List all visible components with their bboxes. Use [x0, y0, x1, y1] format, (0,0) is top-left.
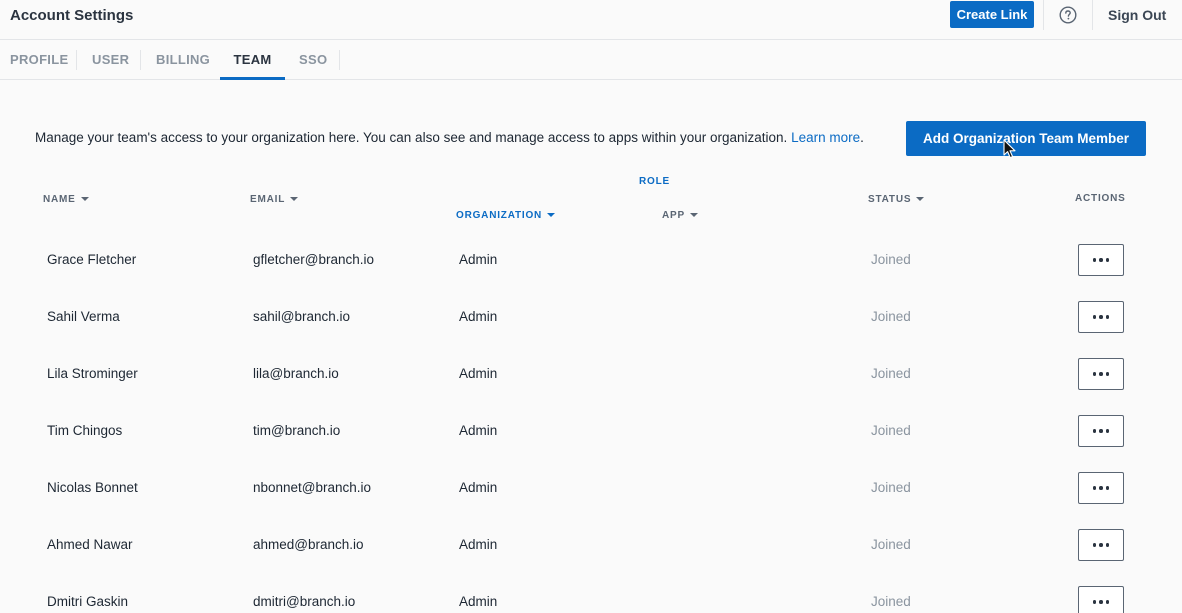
- row-actions-button[interactable]: [1078, 415, 1124, 447]
- row-actions-button[interactable]: [1078, 529, 1124, 561]
- table-row: Nicolas Bonnet nbonnet@branch.io Admin J…: [0, 472, 1182, 529]
- add-team-member-button[interactable]: Add Organization Team Member: [906, 121, 1146, 156]
- member-name: Tim Chingos: [47, 423, 123, 438]
- table-row: Ahmed Nawar ahmed@branch.io Admin Joined: [0, 529, 1182, 586]
- ellipsis-icon: [1092, 429, 1110, 433]
- tab-sso[interactable]: SSO: [299, 41, 327, 80]
- member-name: Sahil Verma: [47, 309, 120, 324]
- member-name: Lila Strominger: [47, 366, 138, 381]
- create-link-button[interactable]: Create Link: [950, 1, 1034, 28]
- caret-down-icon: [689, 213, 698, 217]
- column-header-status[interactable]: STATUS: [868, 194, 925, 205]
- member-name: Dmitri Gaskin: [47, 594, 129, 609]
- intro-description: Manage your team's access to your organi…: [35, 130, 788, 145]
- ellipsis-icon: [1092, 315, 1110, 319]
- table-row: Grace Fletcher gfletcher@branch.io Admin…: [0, 244, 1182, 301]
- divider: [1092, 0, 1093, 30]
- tab-user[interactable]: USER: [92, 41, 129, 80]
- learn-more-link[interactable]: Learn more: [791, 130, 860, 145]
- column-header-status-label: STATUS: [868, 194, 912, 205]
- tab-billing[interactable]: BILLING: [156, 41, 210, 80]
- divider: [1043, 0, 1044, 30]
- column-header-app[interactable]: APP: [662, 210, 698, 221]
- member-org-role: Admin: [459, 594, 498, 609]
- row-actions-button[interactable]: [1078, 244, 1124, 276]
- tab-team[interactable]: TEAM: [220, 41, 285, 80]
- member-org-role: Admin: [459, 366, 498, 381]
- member-org-role: Admin: [459, 309, 498, 324]
- column-header-name-label: NAME: [43, 194, 76, 205]
- divider: [140, 50, 141, 70]
- row-actions-button[interactable]: [1078, 358, 1124, 390]
- column-header-actions: ACTIONS: [1075, 193, 1126, 204]
- table-row: Lila Strominger lila@branch.io Admin Joi…: [0, 358, 1182, 415]
- member-email: ahmed@branch.io: [253, 537, 364, 552]
- member-name: Nicolas Bonnet: [47, 480, 138, 495]
- ellipsis-icon: [1092, 543, 1110, 547]
- table-row: Tim Chingos tim@branch.io Admin Joined: [0, 415, 1182, 472]
- member-name: Ahmed Nawar: [47, 537, 133, 552]
- member-status: Joined: [871, 594, 911, 609]
- column-group-role: ROLE: [639, 176, 670, 187]
- caret-down-icon: [80, 197, 89, 201]
- caret-down-icon: [916, 197, 925, 201]
- column-header-name[interactable]: NAME: [43, 194, 89, 205]
- mouse-cursor-icon: [1003, 139, 1016, 159]
- column-header-organization-label: ORGANIZATION: [456, 210, 543, 221]
- ellipsis-icon: [1092, 372, 1110, 376]
- table-row: Dmitri Gaskin dmitri@branch.io Admin Joi…: [0, 586, 1182, 613]
- table-row: Sahil Verma sahil@branch.io Admin Joined: [0, 301, 1182, 358]
- divider: [76, 50, 77, 70]
- member-status: Joined: [871, 252, 911, 267]
- tab-profile[interactable]: PROFILE: [10, 41, 68, 80]
- member-org-role: Admin: [459, 480, 498, 495]
- intro-text: Manage your team's access to your organi…: [35, 130, 864, 145]
- question-circle-icon[interactable]: [1059, 6, 1077, 24]
- caret-down-icon: [290, 197, 299, 201]
- row-actions-button[interactable]: [1078, 472, 1124, 504]
- member-status: Joined: [871, 309, 911, 324]
- member-org-role: Admin: [459, 423, 498, 438]
- member-email: lila@branch.io: [253, 366, 339, 381]
- top-bar: Account Settings Create Link Sign Out: [0, 0, 1182, 40]
- divider: [339, 50, 340, 70]
- member-status: Joined: [871, 537, 911, 552]
- member-email: nbonnet@branch.io: [253, 480, 372, 495]
- sign-out-link[interactable]: Sign Out: [1108, 7, 1166, 23]
- column-header-app-label: APP: [662, 210, 685, 221]
- member-org-role: Admin: [459, 537, 498, 552]
- member-status: Joined: [871, 423, 911, 438]
- column-header-email[interactable]: EMAIL: [250, 194, 299, 205]
- member-email: gfletcher@branch.io: [253, 252, 375, 267]
- member-email: tim@branch.io: [253, 423, 341, 438]
- ellipsis-icon: [1092, 486, 1110, 490]
- settings-tabs: PROFILE USER BILLING TEAM SSO: [0, 41, 1182, 80]
- member-email: dmitri@branch.io: [253, 594, 356, 609]
- member-name: Grace Fletcher: [47, 252, 137, 267]
- page-title: Account Settings: [10, 7, 134, 24]
- caret-down-icon: [547, 213, 556, 217]
- column-header-email-label: EMAIL: [250, 194, 286, 205]
- row-actions-button[interactable]: [1078, 301, 1124, 333]
- row-actions-button[interactable]: [1078, 586, 1124, 613]
- ellipsis-icon: [1092, 258, 1110, 262]
- member-email: sahil@branch.io: [253, 309, 351, 324]
- member-status: Joined: [871, 480, 911, 495]
- member-status: Joined: [871, 366, 911, 381]
- ellipsis-icon: [1092, 600, 1110, 604]
- column-header-organization[interactable]: ORGANIZATION: [456, 210, 556, 221]
- intro-period: .: [860, 130, 864, 145]
- member-org-role: Admin: [459, 252, 498, 267]
